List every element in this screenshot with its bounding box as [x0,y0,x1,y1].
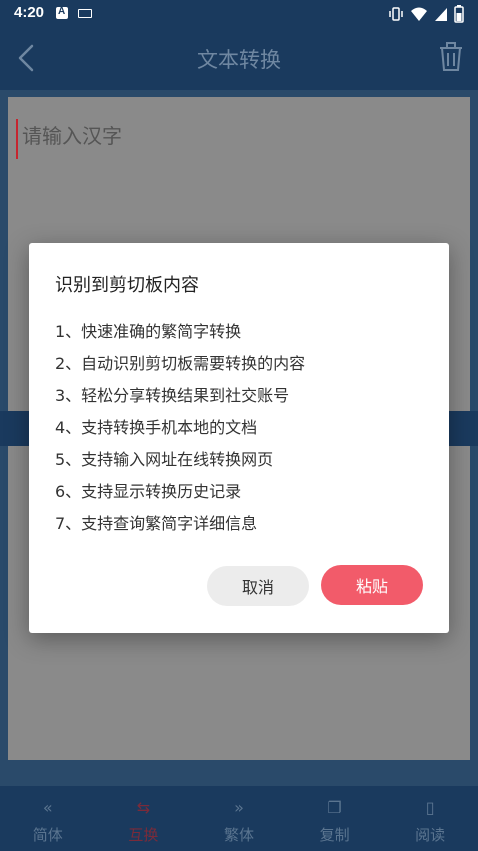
nav-simplified[interactable]: « 简体 [0,786,96,851]
signal-icon [434,6,448,26]
battery-icon [454,5,464,27]
double-chevron-left-icon: « [42,798,53,817]
status-bar: 4:20 [0,0,478,26]
list-item: 4、支持转换手机本地的文档 [55,418,258,437]
nav-label: 复制 [319,826,350,844]
nav-swap[interactable]: ⇆ 互换 [96,786,192,851]
page-title: 文本转换 [197,48,281,72]
list-item: 3、轻松分享转换结果到社交账号 [55,386,290,405]
nav-label: 阅读 [415,826,446,844]
nav-label: 繁体 [223,826,254,844]
input-placeholder: 请输入汉字 [22,124,122,148]
app-header: 文本转换 [0,26,478,90]
status-icons [388,5,464,27]
keyboard-icon [78,9,92,18]
nav-copy[interactable]: ❐ 复制 [287,786,383,851]
swap-icon: ⇆ [136,798,151,817]
list-item: 7、支持查询繁简字详细信息 [55,514,258,533]
feature-list: 1、快速准确的繁简字转换 2、自动识别剪切板需要转换的内容 3、轻松分享转换结果… [55,321,305,545]
book-icon: ▯ [425,798,435,817]
list-item: 6、支持显示转换历史记录 [55,482,242,501]
dialog-title: 识别到剪切板内容 [55,275,199,296]
nav-traditional[interactable]: » 繁体 [191,786,287,851]
trash-icon[interactable] [438,42,464,72]
text-cursor [16,119,18,159]
copy-icon: ❐ [327,798,342,817]
nav-label: 互换 [128,826,159,844]
paste-button[interactable]: 粘贴 [321,565,423,605]
app-a-icon [56,6,68,19]
nav-read[interactable]: ▯ 阅读 [382,786,478,851]
cancel-button[interactable]: 取消 [207,566,309,606]
double-chevron-right-icon: » [234,798,244,817]
wifi-icon [410,6,428,26]
bottom-nav: « 简体 ⇆ 互换 » 繁体 ❐ 复制 ▯ 阅读 [0,786,478,851]
list-item: 5、支持输入网址在线转换网页 [55,450,274,469]
nav-label: 简体 [32,826,63,844]
vibrate-icon [388,6,404,26]
status-time: 4:20 [14,4,45,21]
list-item: 1、快速准确的繁简字转换 [55,322,242,341]
clipboard-dialog: 识别到剪切板内容 1、快速准确的繁简字转换 2、自动识别剪切板需要转换的内容 3… [29,243,449,633]
list-item: 2、自动识别剪切板需要转换的内容 [55,354,306,373]
